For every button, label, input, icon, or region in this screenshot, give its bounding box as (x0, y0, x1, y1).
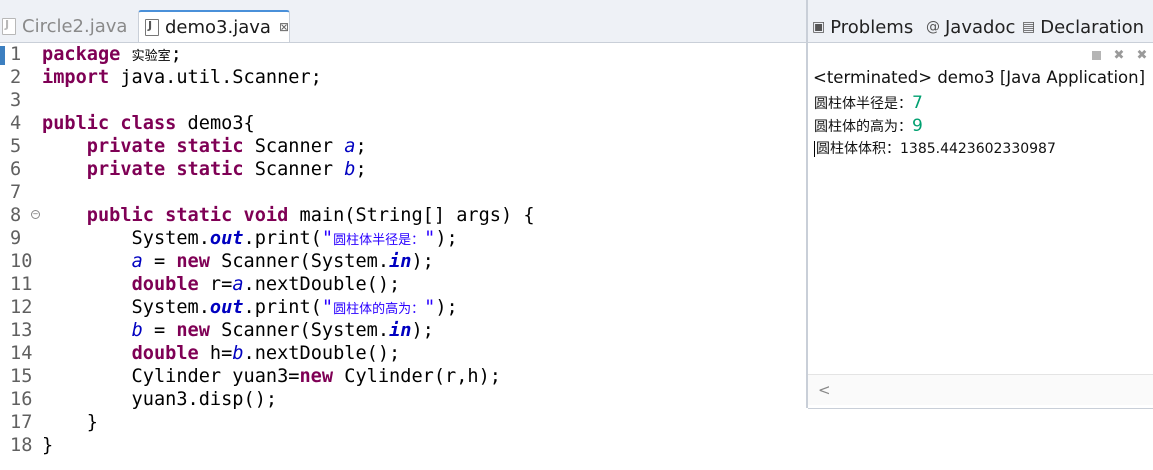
code-text: yuan3.disp(); (42, 389, 278, 410)
line-number: 15 (10, 366, 33, 387)
close-icon[interactable]: ⊠ (279, 20, 289, 34)
horizontal-scrollbar[interactable]: < (808, 374, 1153, 405)
code-text: double h=b.nextDouble(); (131, 343, 401, 364)
view-tab-bar: ▣ Problems @ Javadoc ▤ Declaration (808, 0, 1153, 43)
line-number: 4 (10, 113, 22, 134)
line-number: 1 (10, 44, 22, 65)
fold-toggle-icon[interactable]: − (31, 210, 40, 219)
problems-icon: ▣ (812, 19, 826, 35)
code-line[interactable]: 2 import java.util.Scanner; (0, 66, 806, 89)
console-output-line: 圆柱体半径是：7 (814, 93, 923, 113)
tab-label: Declaration (1040, 16, 1145, 38)
code-text: public class demo3{ (42, 113, 255, 134)
code-text: } (42, 435, 54, 456)
java-file-icon (2, 17, 16, 35)
code-text: a = new Scanner(System.in); (131, 251, 434, 272)
user-input-value: 9 (912, 116, 923, 136)
line-number: 8 (10, 205, 22, 226)
code-line[interactable]: 12 System.out.print("圆柱体的高为："); (0, 296, 806, 319)
console-toolbar: ✖ ✖ (1089, 46, 1149, 64)
code-text: private static Scanner b; (86, 159, 367, 180)
code-line[interactable]: 1 package 实验室; (0, 43, 806, 66)
code-line[interactable]: 4 public class demo3{ (0, 112, 806, 135)
remove-launch-icon[interactable]: ✖ (1112, 48, 1126, 63)
code-text: } (42, 412, 98, 433)
console-view: ▣ Problems @ Javadoc ▤ Declaration ✖ ✖ <… (808, 0, 1153, 409)
tab-problems[interactable]: ▣ Problems (812, 12, 913, 42)
code-line[interactable]: 9 System.out.print("圆柱体半径是："); (0, 227, 806, 250)
javadoc-icon: @ (926, 19, 940, 35)
java-file-icon (145, 18, 159, 36)
code-text: package 实验室; (42, 44, 182, 65)
tab-demo3-java[interactable]: demo3.java ⊠ (138, 10, 290, 42)
code-text: double r=a.nextDouble(); (131, 274, 401, 295)
line-number: 7 (10, 182, 22, 203)
line-number: 16 (10, 389, 33, 410)
line-number: 10 (10, 251, 33, 272)
tab-circle2-java[interactable]: Circle2.java (0, 10, 138, 42)
code-text: System.out.print("圆柱体半径是："); (42, 228, 458, 249)
line-number: 9 (10, 228, 22, 249)
console-output-line: 圆柱体体积：1385.4423602330987 (814, 141, 1056, 157)
line-number: 6 (10, 159, 22, 180)
stop-icon[interactable] (1089, 48, 1103, 62)
code-line[interactable]: 16 yuan3.disp(); (0, 388, 806, 411)
tab-label: Circle2.java (22, 15, 128, 37)
code-line[interactable]: 15 Cylinder yuan3=new Cylinder(r,h); (0, 365, 806, 388)
code-line[interactable]: 10 a = new Scanner(System.in); (0, 250, 806, 273)
tab-javadoc[interactable]: @ Javadoc (926, 12, 1015, 42)
code-line[interactable]: 5 private static Scanner a; (0, 135, 806, 158)
user-input-value: 7 (912, 93, 923, 113)
code-line[interactable]: 7 (0, 181, 806, 204)
line-number: 11 (10, 274, 33, 295)
remove-all-icon[interactable]: ✖ (1135, 48, 1149, 63)
line-number: 2 (10, 67, 22, 88)
tab-declaration[interactable]: ▤ Declaration (1022, 12, 1144, 42)
code-line[interactable]: 17 } (0, 411, 806, 434)
code-text: b = new Scanner(System.in); (131, 320, 434, 341)
editor-tab-bar: Circle2.java demo3.java ⊠ (0, 0, 806, 43)
console-output-line: 圆柱体的高为：9 (814, 116, 923, 136)
declaration-icon: ▤ (1022, 19, 1036, 35)
line-number: 12 (10, 297, 33, 318)
code-text: private static Scanner a; (86, 136, 367, 157)
tab-label: Javadoc (945, 16, 1016, 38)
code-line[interactable]: 6 private static Scanner b; (0, 158, 806, 181)
line-number: 14 (10, 343, 33, 364)
code-line[interactable]: 18} (0, 434, 806, 457)
code-area[interactable]: 1 package 实验室; 2 import java.util.Scanner; 3… (0, 43, 806, 470)
scroll-left-icon[interactable]: < (818, 381, 831, 399)
code-line[interactable]: 8− public static void main(String[] args… (0, 204, 806, 227)
code-line[interactable]: 3 (0, 89, 806, 112)
line-number: 17 (10, 412, 33, 433)
code-line[interactable]: 11 double r=a.nextDouble(); (0, 273, 806, 296)
code-editor[interactable]: Circle2.java demo3.java ⊠ 1package 实验室;2… (0, 0, 806, 470)
line-number: 3 (10, 90, 22, 111)
tab-label: Problems (830, 16, 914, 38)
code-text: Cylinder yuan3=new Cylinder(r,h); (42, 366, 501, 387)
line-number: 13 (10, 320, 33, 341)
code-text: System.out.print("圆柱体的高为："); (42, 297, 458, 318)
line-number: 5 (10, 136, 22, 157)
line-number: 18 (10, 435, 33, 456)
tab-label: demo3.java (165, 16, 271, 38)
code-text: import java.util.Scanner; (42, 67, 322, 88)
text-caret (814, 141, 815, 157)
code-line[interactable]: 14 double h=b.nextDouble(); (0, 342, 806, 365)
code-text: public static void main(String[] args) { (86, 205, 535, 226)
code-line[interactable]: 13 b = new Scanner(System.in); (0, 319, 806, 342)
console-status: <terminated> demo3 [Java Application] (813, 68, 1146, 87)
